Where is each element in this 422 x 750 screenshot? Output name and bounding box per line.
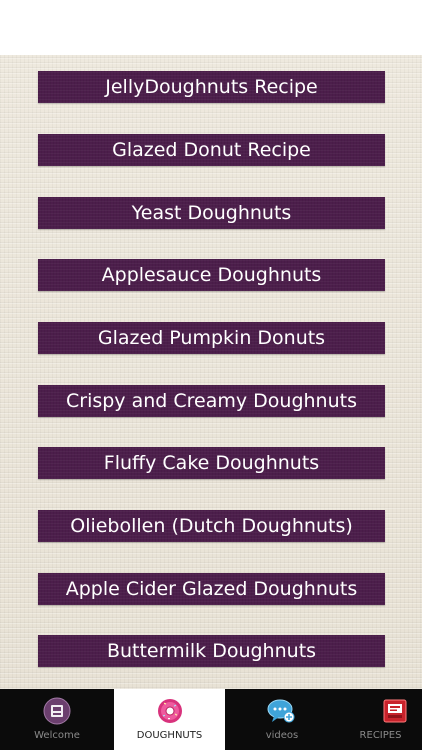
recipe-button[interactable]: Applesauce Doughnuts <box>38 259 385 291</box>
recipe-button[interactable]: JellyDoughnuts Recipe <box>38 71 385 103</box>
welcome-icon <box>43 697 71 725</box>
tab-recipes-label: RECIPES <box>359 730 402 741</box>
recipe-button[interactable]: Crispy and Creamy Doughnuts <box>38 385 385 417</box>
recipe-button[interactable]: Buttermilk Doughnuts <box>38 635 385 667</box>
recipe-button[interactable]: Glazed Pumpkin Donuts <box>38 322 385 354</box>
recipe-book-icon <box>383 699 407 723</box>
tab-recipes[interactable]: RECIPES <box>339 689 422 750</box>
recipe-button[interactable]: Yeast Doughnuts <box>38 197 385 229</box>
tab-doughnuts-label: DOUGHNUTS <box>136 730 203 741</box>
recipe-button[interactable]: Apple Cider Glazed Doughnuts <box>38 573 385 605</box>
tab-videos-label: videos <box>265 730 299 741</box>
tab-videos[interactable]: videos <box>225 689 339 750</box>
recipe-list: JellyDoughnuts Recipe Glazed Donut Recip… <box>0 55 422 689</box>
recipe-button[interactable]: Glazed Donut Recipe <box>38 134 385 166</box>
top-bar <box>0 0 422 55</box>
bottom-tab-bar: Welcome DOUGHNUTS videos RECIPES <box>0 689 422 750</box>
tab-welcome-label: Welcome <box>34 730 80 741</box>
donut-icon <box>158 699 182 723</box>
chat-bubble-icon <box>267 699 295 723</box>
recipe-button[interactable]: Oliebollen (Dutch Doughnuts) <box>38 510 385 542</box>
recipe-button[interactable]: Fluffy Cake Doughnuts <box>38 447 385 479</box>
tab-doughnuts[interactable]: DOUGHNUTS <box>114 689 225 750</box>
tab-welcome[interactable]: Welcome <box>0 689 114 750</box>
